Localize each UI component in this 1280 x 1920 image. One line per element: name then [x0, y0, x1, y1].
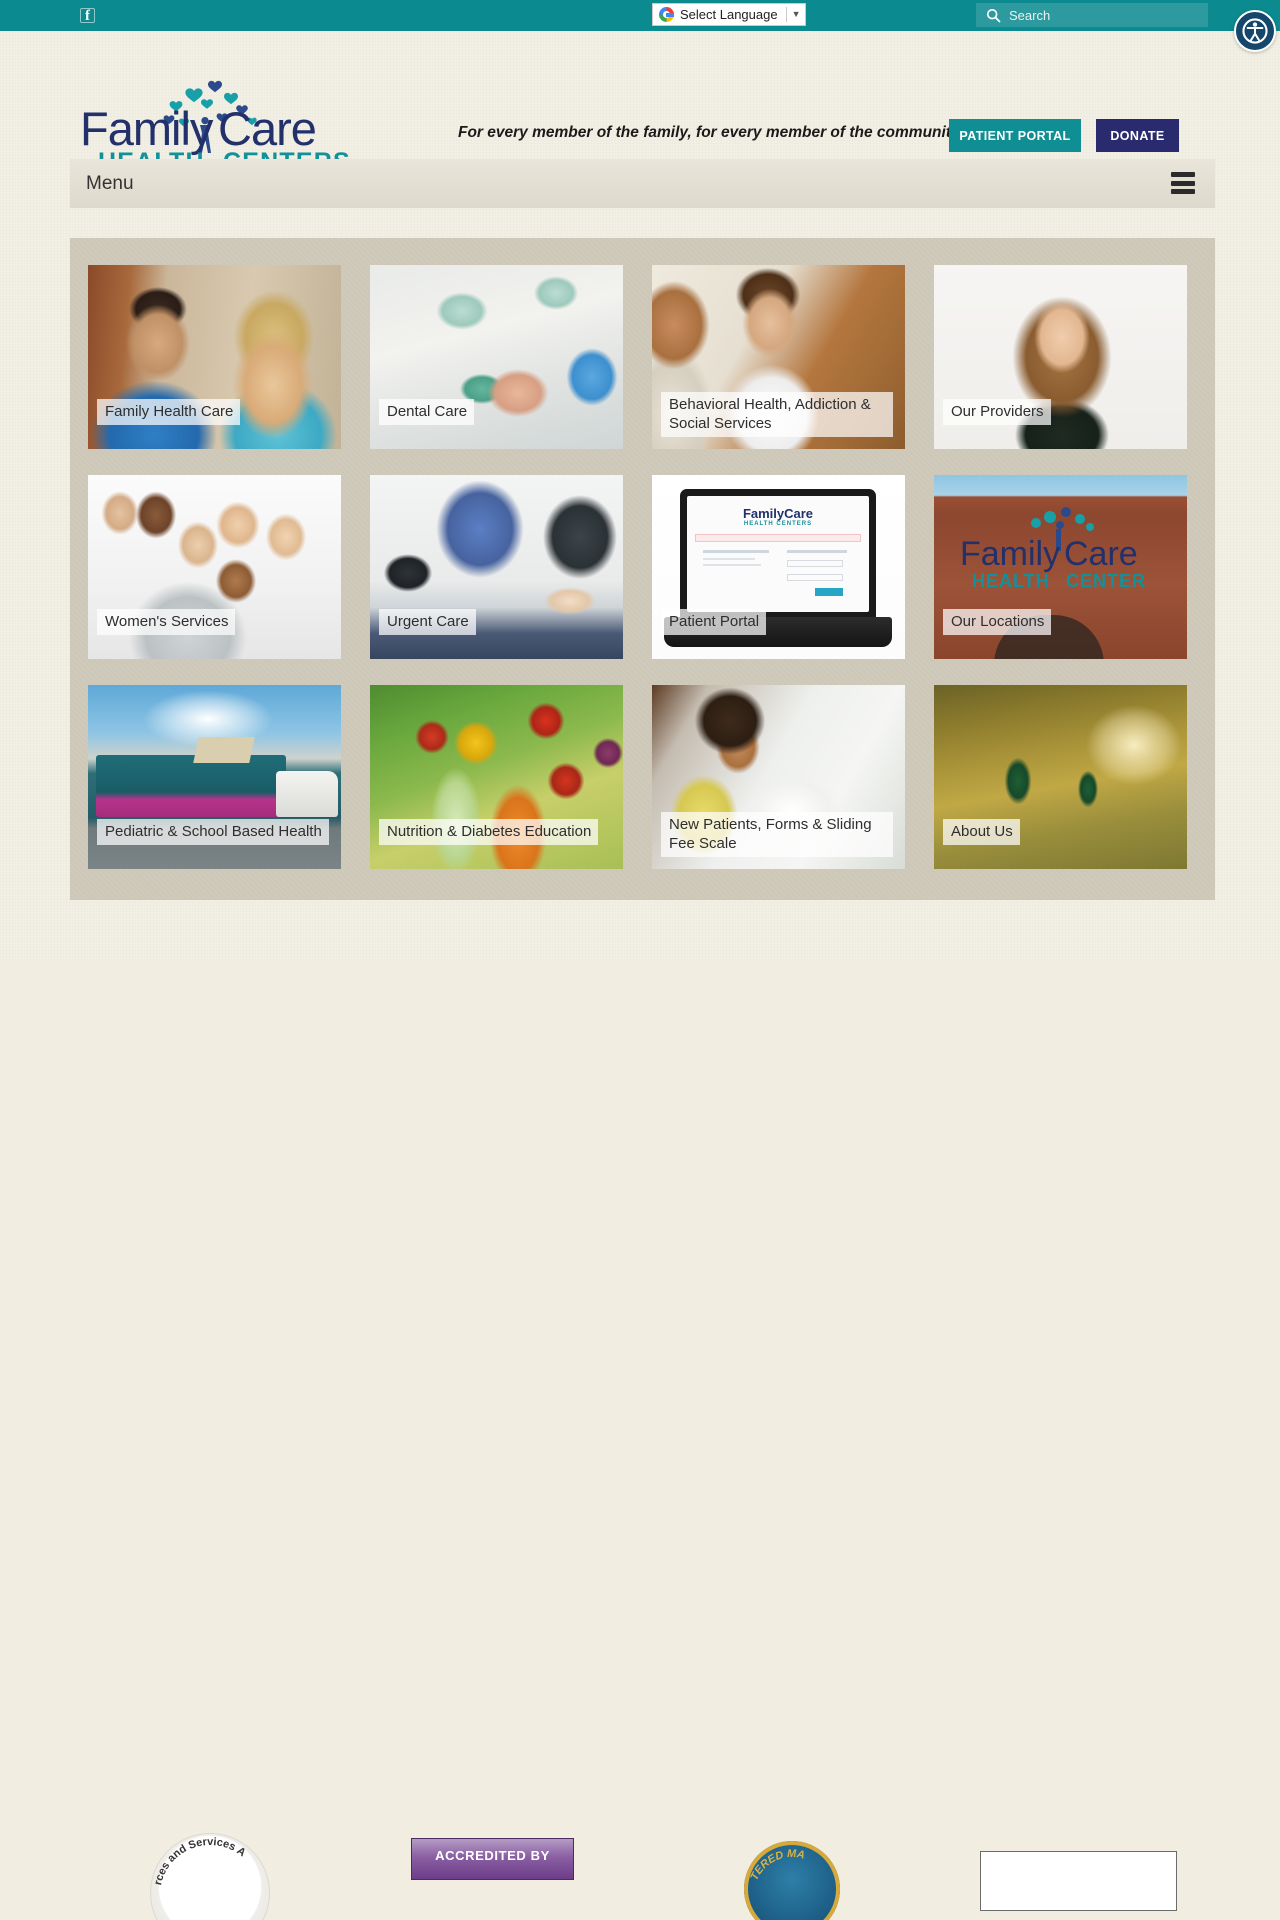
- service-tile[interactable]: Pediatric & School Based Health: [88, 685, 341, 869]
- svg-text:TERED MA: TERED MA: [748, 1848, 806, 1882]
- service-tile[interactable]: Dental Care: [370, 265, 623, 449]
- van-awning: [193, 737, 255, 763]
- footer-badge-row: rces and Services A ACCREDITED BY TERED …: [0, 900, 1280, 1920]
- svg-text:Care: Care: [1064, 535, 1138, 573]
- service-tile[interactable]: Nutrition & Diabetes Education: [370, 685, 623, 869]
- laptop-illustration: FamilyCare HEALTH CENTERS: [680, 489, 876, 619]
- hrsa-badge[interactable]: rces and Services A: [150, 1833, 270, 1920]
- service-tile-label: Our Locations: [943, 609, 1052, 635]
- svg-text:rces and Services A: rces and Services A: [152, 1836, 248, 1886]
- svg-text:HEALTH: HEALTH: [972, 571, 1050, 591]
- accredited-badge[interactable]: ACCREDITED BY: [411, 1838, 574, 1880]
- location-sign: Family Care HEALTH CENTER: [954, 503, 1170, 599]
- hrsa-badge-label: rces and Services A: [152, 1836, 248, 1886]
- service-tile[interactable]: Urgent Care: [370, 475, 623, 659]
- van-cab: [276, 771, 338, 817]
- language-selector-label: Select Language: [680, 7, 778, 22]
- service-tile[interactable]: Women's Services: [88, 475, 341, 659]
- service-tile-label: About Us: [943, 819, 1020, 845]
- service-tile[interactable]: Family Care HEALTH CENTER Our Locations: [934, 475, 1187, 659]
- search-input[interactable]: Search: [976, 3, 1208, 27]
- service-tile-label: Urgent Care: [379, 609, 476, 635]
- site-header: Family Care HEALTH CENTERS For every mem…: [0, 31, 1280, 173]
- hamburger-menu-icon[interactable]: [1171, 172, 1195, 194]
- language-selector[interactable]: Select Language ▼: [652, 3, 806, 26]
- site-tagline: For every member of the family, for ever…: [458, 124, 960, 141]
- chevron-down-icon: ▼: [791, 9, 801, 19]
- search-placeholder: Search: [1009, 7, 1051, 23]
- service-tile-label: Our Providers: [943, 399, 1051, 425]
- google-g-icon: [659, 7, 674, 22]
- menu-label: Menu: [86, 172, 134, 194]
- svg-text:CENTER: CENTER: [1066, 571, 1146, 591]
- top-utility-bar: f Select Language ▼ Search: [0, 0, 1280, 52]
- service-tile[interactable]: Behavioral Health, Addiction & Social Se…: [652, 265, 905, 449]
- accredited-badge-label: ACCREDITED BY: [435, 1848, 550, 1863]
- service-tile-label: Behavioral Health, Addiction & Social Se…: [661, 392, 893, 437]
- mobile-clinic-van: [96, 755, 286, 817]
- service-tile[interactable]: FamilyCare HEALTH CENTERS Patient Portal: [652, 475, 905, 659]
- site-logo[interactable]: Family Care HEALTH CENTERS: [76, 73, 376, 173]
- services-grid-panel: Family Health Care Dental Care Behavioral …: [70, 238, 1215, 900]
- donate-button[interactable]: DONATE: [1096, 119, 1179, 152]
- certified-seal-text: TERED MA: [748, 1848, 806, 1882]
- service-tile[interactable]: New Patients, Forms & Sliding Fee Scale: [652, 685, 905, 869]
- certified-seal-badge[interactable]: TERED MA: [744, 1841, 840, 1920]
- svg-text:Family: Family: [960, 535, 1060, 573]
- partner-logo-box[interactable]: [980, 1851, 1177, 1911]
- service-tile[interactable]: Our Providers: [934, 265, 1187, 449]
- service-tile-label: Nutrition & Diabetes Education: [379, 819, 599, 845]
- hrsa-badge-text: rces and Services A: [152, 1836, 248, 1886]
- main-menu-bar[interactable]: Menu: [70, 159, 1215, 208]
- divider: [785, 7, 787, 22]
- service-tile-label: Dental Care: [379, 399, 475, 425]
- service-tile-label: Pediatric & School Based Health: [97, 819, 329, 845]
- services-grid: Family Health Care Dental Care Behavioral …: [88, 265, 1198, 869]
- service-tile[interactable]: Family Health Care: [88, 265, 341, 449]
- service-tile-label: New Patients, Forms & Sliding Fee Scale: [661, 812, 893, 857]
- service-tile[interactable]: About Us: [934, 685, 1187, 869]
- certified-seal-label: TERED MA: [748, 1848, 806, 1882]
- service-tile-label: Patient Portal: [661, 609, 767, 635]
- service-tile-label: Family Health Care: [97, 399, 241, 425]
- facebook-icon[interactable]: f: [80, 8, 95, 24]
- patient-portal-button[interactable]: PATIENT PORTAL: [949, 119, 1081, 152]
- service-tile-label: Women's Services: [97, 609, 236, 635]
- search-icon: [986, 8, 1001, 22]
